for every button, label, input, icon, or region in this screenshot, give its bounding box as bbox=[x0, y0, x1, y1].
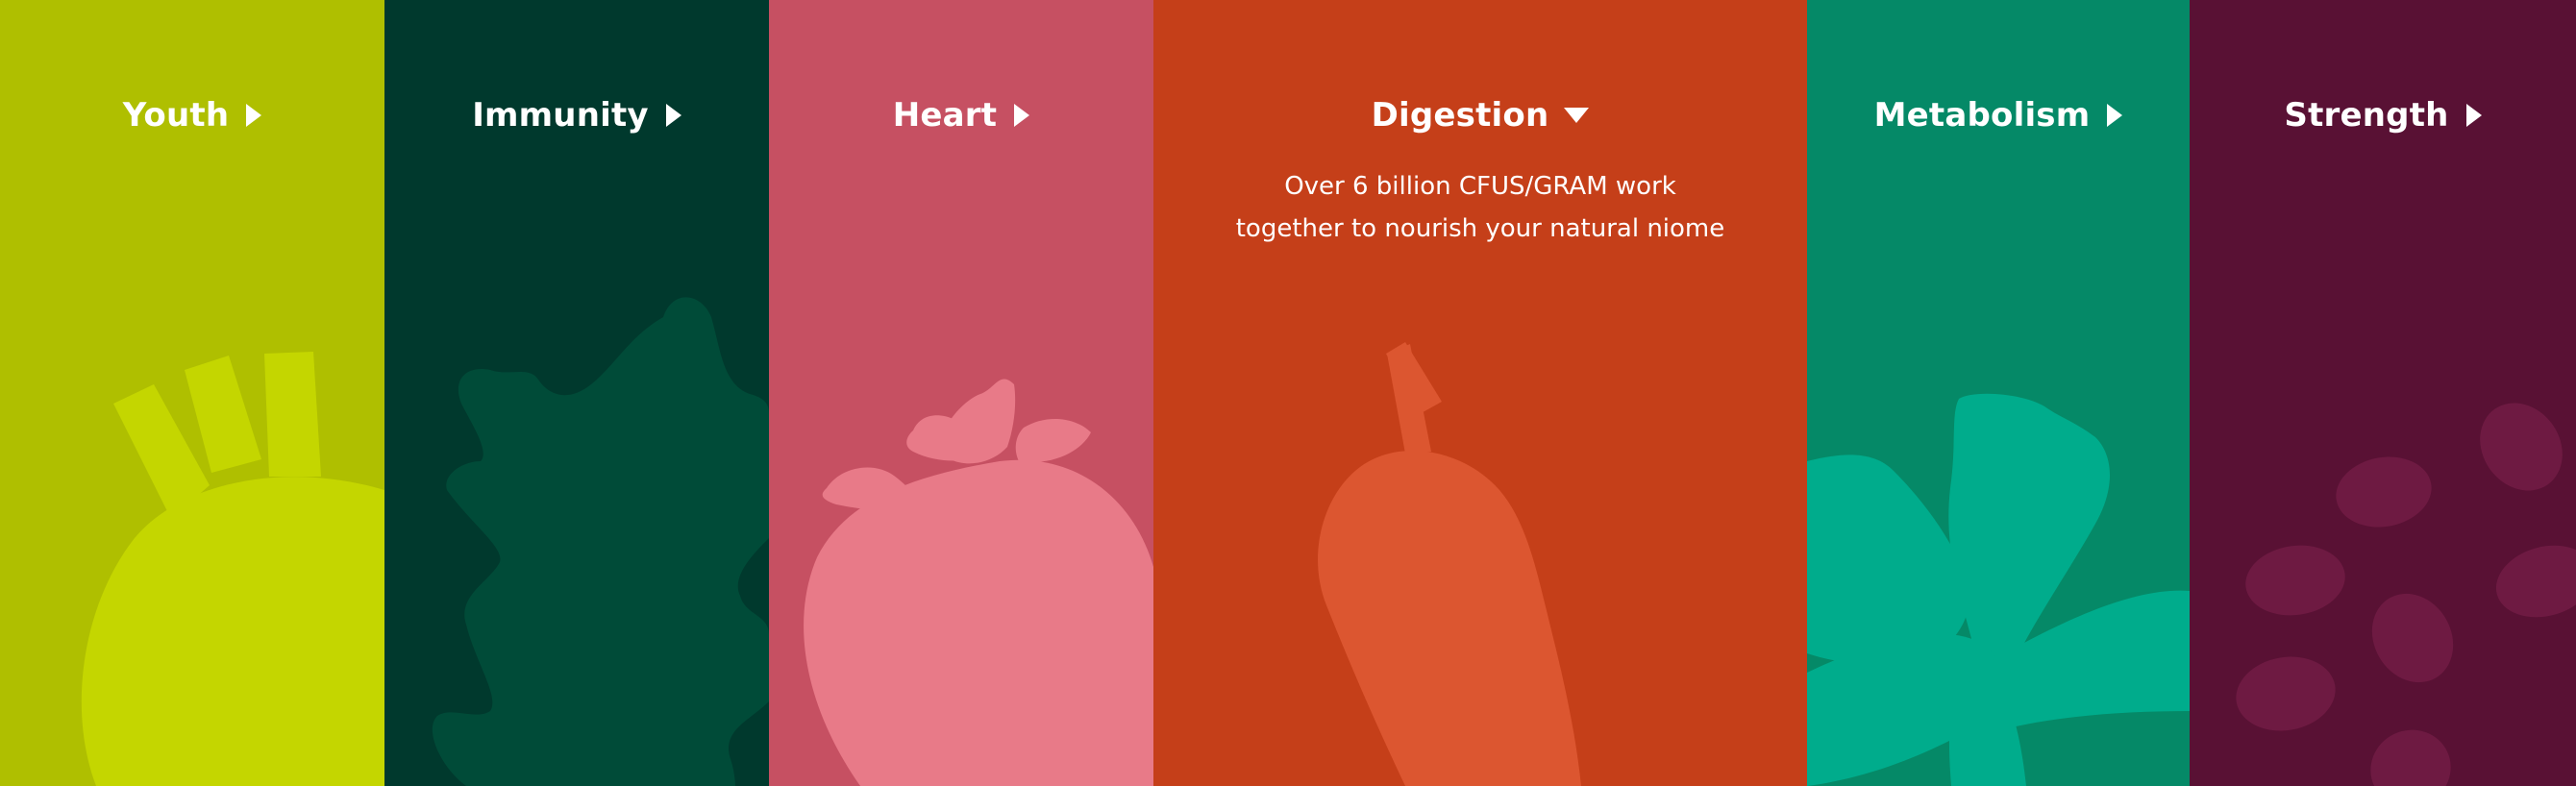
panel-strength-header[interactable]: Strength bbox=[2190, 96, 2576, 135]
triangle-right-icon bbox=[2465, 104, 2482, 127]
triangle-right-icon bbox=[665, 104, 681, 127]
panel-strength[interactable]: Strength bbox=[2190, 0, 2576, 786]
panel-digestion[interactable]: Digestion Over 6 billion CFUS/GRAM work … bbox=[1153, 0, 1807, 786]
panel-metabolism-label: Metabolism bbox=[1873, 96, 2091, 135]
panel-metabolism[interactable]: Metabolism bbox=[1807, 0, 2190, 786]
panel-heart[interactable]: Heart bbox=[769, 0, 1153, 786]
panel-digestion-description: Over 6 billion CFUS/GRAM work together t… bbox=[1153, 165, 1807, 250]
panel-immunity-label: Immunity bbox=[472, 96, 649, 135]
triangle-right-icon bbox=[246, 104, 262, 127]
panel-youth-label: Youth bbox=[122, 96, 230, 135]
panel-digestion-header[interactable]: Digestion bbox=[1153, 96, 1807, 135]
benefit-accordion: Youth Immunity Heart Digestion Over 6 bi… bbox=[0, 0, 2576, 786]
panel-immunity[interactable]: Immunity bbox=[384, 0, 769, 786]
description-line-1: Over 6 billion CFUS/GRAM work bbox=[1284, 172, 1676, 201]
panel-metabolism-header[interactable]: Metabolism bbox=[1807, 96, 2190, 135]
description-line-2: together to nourish your natural niome bbox=[1235, 214, 1725, 243]
panel-immunity-header[interactable]: Immunity bbox=[384, 96, 769, 135]
panel-heart-label: Heart bbox=[892, 96, 998, 135]
triangle-right-icon bbox=[1014, 104, 1030, 127]
panel-digestion-label: Digestion bbox=[1371, 96, 1549, 135]
triangle-down-icon bbox=[1564, 108, 1590, 123]
panel-youth[interactable]: Youth bbox=[0, 0, 384, 786]
panel-strength-label: Strength bbox=[2284, 96, 2449, 135]
panel-youth-header[interactable]: Youth bbox=[0, 96, 384, 135]
triangle-right-icon bbox=[2107, 104, 2123, 127]
panel-heart-header[interactable]: Heart bbox=[769, 96, 1153, 135]
